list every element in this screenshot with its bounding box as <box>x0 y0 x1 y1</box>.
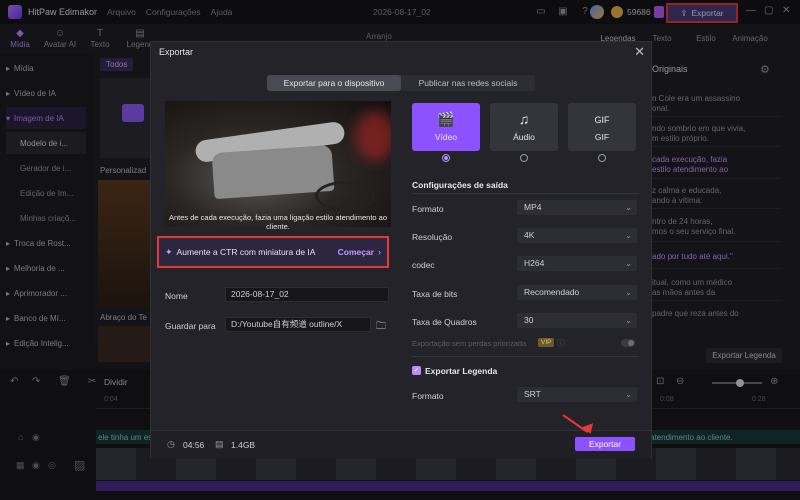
subtitle-format-select[interactable]: SRT ⌄ <box>517 387 637 402</box>
format-select[interactable]: MP4 ⌄ <box>517 200 637 215</box>
name-label: Nome <box>165 291 188 301</box>
export-button[interactable]: Exportar <box>575 437 635 451</box>
framerate-select[interactable]: 30 ⌄ <box>517 313 637 328</box>
divider <box>412 193 639 194</box>
resolution-select[interactable]: 4K ⌄ <box>517 228 637 243</box>
divider <box>412 356 639 357</box>
tab-export-device[interactable]: Exportar para o dispositivo <box>267 75 401 91</box>
export-dialog: Exportar ✕ Exportar para o dispositivo P… <box>150 41 652 459</box>
preview-glow <box>355 111 391 161</box>
preview-phone-cord <box>315 181 375 211</box>
preview-caption: Antes de cada execução, fazia uma ligaçã… <box>168 213 388 231</box>
codec-select[interactable]: H264 ⌄ <box>517 256 637 271</box>
format-label: Formato <box>412 204 444 214</box>
type-gif-card[interactable]: GIF GIF <box>568 103 636 151</box>
type-label: Vídeo <box>434 132 458 142</box>
resolution-label: Resolução <box>412 232 453 242</box>
ai-banner-start[interactable]: Começar <box>338 247 374 257</box>
vip-badge: VIP <box>538 338 555 347</box>
export-subtitle-label: Exportar Legenda <box>425 366 498 376</box>
gif-icon: GIF <box>594 115 610 125</box>
framerate-label: Taxa de Quadros <box>412 317 477 327</box>
close-icon[interactable]: ✕ <box>634 44 645 60</box>
chevron-down-icon: ⌄ <box>625 288 632 297</box>
chevron-down-icon: ⌄ <box>625 203 632 212</box>
chevron-down-icon: ⌄ <box>625 390 632 399</box>
music-note-icon: ♫ <box>518 111 530 127</box>
folder-open-icon[interactable]: 🗀 <box>376 319 386 336</box>
radio-audio[interactable] <box>520 154 528 162</box>
tab-publish-social[interactable]: Publicar nas redes sociais <box>401 75 535 91</box>
export-subtitle-checkbox[interactable]: ✓ <box>412 366 421 375</box>
app-window: HitPaw Edimakor Arquivo Configurações Aj… <box>0 0 800 500</box>
subtitle-format-label: Formato <box>412 391 444 401</box>
file-size-icon: ▤ <box>215 439 224 449</box>
type-label: Áudio <box>513 132 535 142</box>
chevron-down-icon: ⌄ <box>625 316 632 325</box>
type-label: GIF <box>594 132 610 142</box>
lossless-toggle[interactable] <box>621 339 635 347</box>
export-preview <box>165 101 391 227</box>
radio-video[interactable] <box>442 154 450 162</box>
export-destination-tabs: Exportar para o dispositivo Publicar nas… <box>267 75 535 91</box>
video-icon: 🎬 <box>437 111 455 127</box>
lossless-priority-label: Exportação sem perdas priorizada <box>412 339 527 348</box>
output-settings-title: Configurações de saída <box>412 180 508 190</box>
chevron-right-icon: › <box>378 247 381 257</box>
clock-icon: ◷ <box>167 439 175 449</box>
codec-label: codec <box>412 260 435 270</box>
dialog-title: Exportar <box>159 47 194 57</box>
sparkle-icon: ✦ <box>165 246 173 257</box>
chevron-down-icon: ⌄ <box>625 259 632 268</box>
info-icon[interactable]: ⓘ <box>557 338 565 349</box>
type-audio-card[interactable]: ♫ Áudio <box>490 103 558 151</box>
name-input[interactable]: 2026-08-17_02 <box>225 287 389 302</box>
ai-banner-text: Aumente a CTR com miniatura de IA <box>176 247 316 257</box>
export-duration: 04:56 <box>183 440 205 450</box>
export-size: 1.4GB <box>231 440 256 450</box>
radio-gif[interactable] <box>598 154 606 162</box>
save-path-label: Guardar para <box>165 321 216 331</box>
bitrate-select[interactable]: Recomendado ⌄ <box>517 285 637 300</box>
save-path-input[interactable]: D:/Youtube自有频道 outline/X <box>225 317 371 332</box>
bitrate-label: Taxa de bits <box>412 289 458 299</box>
type-video-card[interactable]: 🎬 Vídeo <box>412 103 480 151</box>
ai-thumbnail-banner[interactable]: ✦ Aumente a CTR com miniatura de IA Come… <box>157 236 389 268</box>
chevron-down-icon: ⌄ <box>625 231 632 240</box>
